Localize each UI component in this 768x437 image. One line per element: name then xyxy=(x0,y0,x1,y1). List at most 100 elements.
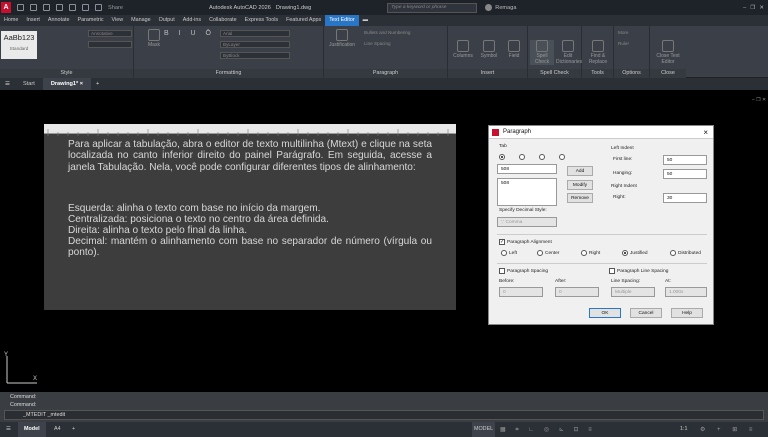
symbol-button[interactable]: Symbol xyxy=(477,40,501,59)
search-input[interactable]: Type a keyword or phrase xyxy=(387,2,478,13)
paragraph-panel-label[interactable]: Paragraph xyxy=(324,69,447,78)
ruler-toggle[interactable]: Ruler xyxy=(616,41,646,48)
columns-button[interactable]: Columns xyxy=(451,40,475,59)
close-tab-icon[interactable]: × xyxy=(80,81,83,87)
close-window-button[interactable]: ✕ xyxy=(759,5,764,11)
decimal-style-select[interactable]: ',' Comma xyxy=(497,217,557,227)
align-left-radio[interactable] xyxy=(501,250,507,256)
user-avatar[interactable] xyxy=(485,4,493,11)
undo-icon[interactable] xyxy=(82,4,89,11)
tab-left-radio[interactable] xyxy=(499,154,505,160)
find-replace-button[interactable]: Find & Replace xyxy=(584,40,612,65)
open-icon[interactable] xyxy=(30,4,37,11)
background-select[interactable]: ByBlock xyxy=(220,52,290,59)
paragraph-alignment-checkbox[interactable]: ✓ xyxy=(499,239,505,245)
color-select[interactable]: ByLayer xyxy=(220,41,290,48)
ribbon-options-icon[interactable]: ▬ xyxy=(359,15,372,26)
text-height-field[interactable] xyxy=(88,41,132,48)
layout-menu-icon[interactable]: ☰ xyxy=(6,426,11,432)
save-icon[interactable] xyxy=(43,4,50,11)
tab-annotate[interactable]: Annotate xyxy=(44,15,74,26)
minimize-button[interactable]: – xyxy=(743,5,746,11)
align-distributed-radio[interactable] xyxy=(670,250,676,256)
style-sample[interactable]: AaBb123 Standard xyxy=(1,31,37,59)
mtext-intro-paragraph[interactable]: Para aplicar a tabulação, abra o editor … xyxy=(68,139,432,173)
mtext-line-left[interactable]: Esquerda: alinha o texto com base no iní… xyxy=(68,203,432,214)
paragraph-spacing-checkbox[interactable] xyxy=(499,268,505,274)
annotative-toggle[interactable]: Annotative xyxy=(88,30,132,37)
tab-output[interactable]: Output xyxy=(155,15,179,26)
font-select[interactable]: Arial xyxy=(220,30,290,37)
more-button[interactable]: More xyxy=(616,30,646,37)
tab-home[interactable]: Home xyxy=(0,15,22,26)
align-right-radio[interactable] xyxy=(581,250,587,256)
tab-view[interactable]: View xyxy=(108,15,128,26)
right-indent-input[interactable]: 30 xyxy=(663,193,707,203)
at-input[interactable]: 1.000x xyxy=(665,287,707,297)
tab-list[interactable]: 508 xyxy=(497,178,557,206)
bullets-numbering[interactable]: Bullets and Numbering xyxy=(362,30,442,37)
mtext-ruler[interactable] xyxy=(44,124,456,136)
maximize-button[interactable]: ❐ xyxy=(750,5,755,11)
tools-panel-label[interactable]: Tools xyxy=(582,69,613,78)
mtext-line-decimal[interactable]: Decimal: mantém o alinhamento com base n… xyxy=(68,236,432,259)
tab-drawing1[interactable]: Drawing1* × xyxy=(42,78,92,90)
field-button[interactable]: Field xyxy=(503,40,525,59)
line-spacing-select[interactable]: Multiple xyxy=(611,287,655,297)
dialog-close-icon[interactable]: × xyxy=(703,126,708,139)
ok-button[interactable]: OK xyxy=(589,308,621,318)
tab-parametric[interactable]: Parametric xyxy=(73,15,107,26)
app-menu-icon[interactable]: ☰ xyxy=(0,81,15,87)
spell-check-button[interactable]: Spell Check xyxy=(530,40,554,65)
model-space-toggle[interactable]: MODEL xyxy=(472,422,496,437)
new-icon[interactable] xyxy=(17,4,24,11)
tab-right-radio[interactable] xyxy=(539,154,545,160)
tab-collaborate[interactable]: Collaborate xyxy=(205,15,241,26)
tab-start[interactable]: Start xyxy=(15,78,43,90)
annotation-scale[interactable]: 1:1 xyxy=(680,422,688,437)
tab-text-editor[interactable]: Text Editor xyxy=(325,15,359,26)
tab-express-tools[interactable]: Express Tools xyxy=(241,15,282,26)
cancel-button[interactable]: Cancel xyxy=(630,308,662,318)
viewport-controls[interactable]: – ❐ ✕ xyxy=(752,97,766,103)
close-text-editor-button[interactable]: Close Text Editor xyxy=(652,40,684,65)
line-spacing[interactable]: Line Spacing xyxy=(362,41,442,48)
tab-model[interactable]: Model xyxy=(18,422,46,437)
add-layout-button[interactable]: + xyxy=(72,422,75,437)
align-justified-radio[interactable] xyxy=(622,250,628,256)
add-tab-button[interactable]: Add xyxy=(567,166,593,176)
command-line-input[interactable]: _MTEDIT _mtedit xyxy=(4,410,764,420)
tab-manage[interactable]: Manage xyxy=(127,15,154,26)
tab-insert[interactable]: Insert xyxy=(22,15,43,26)
save-as-icon[interactable] xyxy=(56,4,63,11)
tab-add-ins[interactable]: Add-ins xyxy=(179,15,205,26)
format-buttons[interactable]: B I U Ō xyxy=(164,30,215,37)
share-button[interactable]: Share xyxy=(108,5,123,11)
status-right-icons[interactable]: ⚙ + ⊞ ≡ xyxy=(700,426,757,433)
hanging-input[interactable]: 50 xyxy=(663,169,707,179)
tab-a4[interactable]: A4 xyxy=(54,422,61,437)
edit-dictionaries-button[interactable]: Edit Dictionaries xyxy=(556,40,582,65)
tab-featured-apps[interactable]: Featured Apps xyxy=(282,15,325,26)
justification-button[interactable]: Justification xyxy=(327,29,357,48)
modify-tab-button[interactable]: Modify xyxy=(567,180,593,190)
print-icon[interactable] xyxy=(69,4,76,11)
before-input[interactable]: 0 xyxy=(499,287,543,297)
redo-icon[interactable] xyxy=(95,4,102,11)
status-toggle-icons[interactable]: ▦ ⌗ ∟ ◎ ⊾ ⊡ ≡ xyxy=(500,426,596,434)
after-input[interactable]: 0 xyxy=(555,287,599,297)
help-button[interactable]: Help xyxy=(671,308,703,318)
align-center-radio[interactable] xyxy=(537,250,543,256)
tab-center-radio[interactable] xyxy=(519,154,525,160)
new-tab-button[interactable]: + xyxy=(91,81,104,87)
tab-list-item[interactable]: 508 xyxy=(501,181,509,186)
first-line-input[interactable]: 50 xyxy=(663,155,707,165)
user-name[interactable]: Remaga xyxy=(495,5,516,11)
tab-position-input[interactable]: 508 xyxy=(497,164,557,174)
tab-decimal-radio[interactable] xyxy=(559,154,565,160)
mtext-editor[interactable]: Para aplicar a tabulação, abra o editor … xyxy=(44,124,456,310)
mtext-line-right[interactable]: Direita: alinha o texto pelo final da li… xyxy=(68,225,432,236)
remove-tab-button[interactable]: Remove xyxy=(567,193,593,203)
line-spacing-checkbox[interactable] xyxy=(609,268,615,274)
mtext-line-center[interactable]: Centralizada: posiciona o texto no centr… xyxy=(68,214,432,225)
